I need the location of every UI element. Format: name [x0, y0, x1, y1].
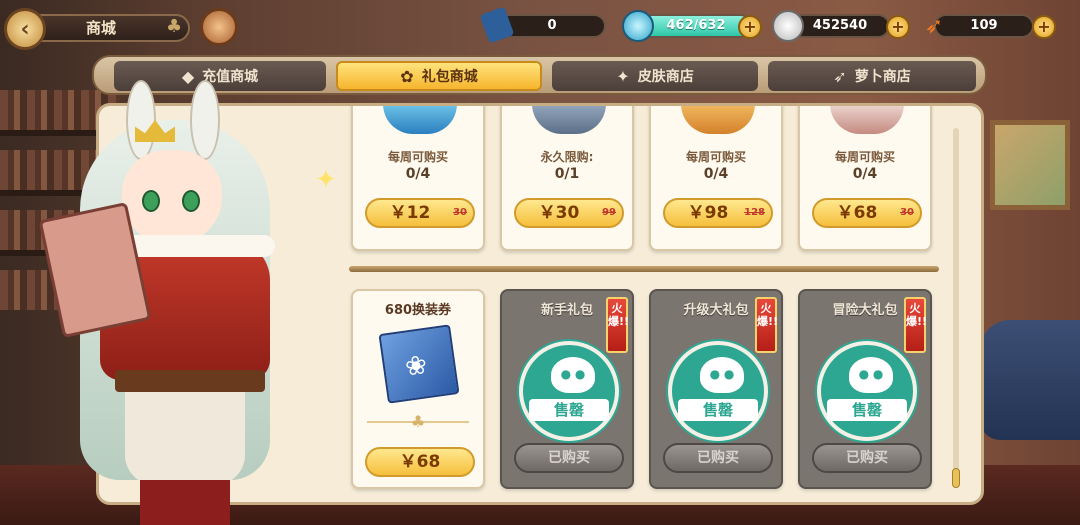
gem-pack-image — [383, 106, 457, 134]
price-button[interactable]: ￥68 30 — [812, 198, 922, 228]
shop-tabs: ◆ 充值商城 ✿ 礼包商城 ✦ 皮肤商店 ➶ 萝卜商店 — [92, 55, 987, 95]
purchase-count: 0/4 — [405, 166, 431, 182]
gift-card[interactable]: 680换装券 ❀ ♣ ￥68 — [351, 289, 485, 489]
purchased-button[interactable]: 已购买 — [514, 443, 624, 473]
outfit-ticket-image: ❀ — [378, 324, 460, 404]
purchase-count: 0/4 — [852, 166, 878, 182]
sold-out-label: 售罄 — [827, 399, 907, 421]
skin-icon: ✦ — [616, 66, 630, 86]
crystal-icon: ◆ — [181, 66, 195, 86]
gift-card[interactable]: 每周可购买 0/4 ￥68 30 — [798, 106, 932, 251]
tab-skins[interactable]: ✦ 皮肤商店 — [552, 61, 758, 91]
card-title: 680换装券 — [384, 303, 452, 318]
coin-counter: 452540 — [790, 14, 890, 38]
carrot-icon: ➶ — [833, 66, 847, 86]
bow-icon: ❀ — [403, 350, 430, 383]
purchase-limit: 每周可购买 — [685, 150, 746, 164]
carrot-icon: ➶ — [924, 13, 944, 39]
purchase-limit: 每周可购买 — [387, 150, 448, 164]
hanging-rod — [349, 266, 939, 272]
gift-bag-icon: ✿ — [400, 66, 414, 86]
scrollbar-thumb[interactable] — [952, 468, 960, 488]
price: ￥30 — [538, 203, 580, 223]
sold-out-stamp: ● ● 售罄 — [817, 341, 917, 441]
price: ￥68 — [399, 452, 441, 472]
tab-label: 萝卜商店 — [854, 69, 911, 85]
coin-icon — [772, 10, 804, 42]
stone-pack-image — [532, 106, 606, 134]
top-bar: 商城 ‹ ♣ 0 462/632 + 452540 + 109 ➶ + — [0, 6, 1080, 50]
add-coins-button[interactable]: + — [886, 15, 910, 39]
price: ￥98 — [687, 203, 729, 223]
hot-tag: 火爆!! — [606, 297, 629, 353]
add-stamina-button[interactable]: + — [738, 15, 762, 39]
sold-out-label: 售罄 — [529, 399, 609, 421]
bunny-face-icon: ● ● — [551, 357, 595, 393]
gift-card[interactable]: 每周可购买 0/4 ￥98 128 — [649, 106, 783, 251]
clover-icon: ♣ — [410, 412, 426, 431]
hot-tag: 火爆!! — [755, 297, 778, 353]
original-price: 128 — [744, 207, 765, 218]
ticket-counter: 0 — [498, 14, 606, 38]
stamina-bar: 462/632 — [640, 14, 752, 38]
sold-out-label: 售罄 — [678, 399, 758, 421]
price-button[interactable]: ￥30 99 — [514, 198, 624, 228]
scrollbar[interactable] — [952, 128, 960, 488]
gift-card[interactable]: 升级大礼包 火爆!! ● ● 售罄 已购买 — [649, 289, 783, 489]
tab-label: 皮肤商店 — [637, 69, 694, 85]
add-carrots-button[interactable]: + — [1032, 15, 1056, 39]
chevron-left-icon: ‹ — [20, 16, 30, 42]
potion-icon — [622, 10, 654, 42]
back-button[interactable]: ‹ — [4, 8, 46, 50]
price-button[interactable]: ￥68 — [365, 447, 475, 477]
purchase-count: 0/4 — [703, 166, 729, 182]
clover-icon: ♣ — [166, 16, 183, 37]
bunny-face-icon: ● ● — [849, 357, 893, 393]
hot-tag: 火爆!! — [904, 297, 927, 353]
price: ￥68 — [836, 203, 878, 223]
tab-recharge[interactable]: ◆ 充值商城 — [114, 61, 326, 91]
gift-card[interactable]: 冒险大礼包 火爆!! ● ● 售罄 已购买 — [798, 289, 932, 489]
purchased-button[interactable]: 已购买 — [812, 443, 922, 473]
tab-gift-packs[interactable]: ✿ 礼包商城 — [336, 61, 542, 91]
purchase-limit: 每周可购买 — [834, 150, 895, 164]
gift-card[interactable]: 新手礼包 火爆!! ● ● 售罄 已购买 — [500, 289, 634, 489]
tab-carrot-shop[interactable]: ➶ 萝卜商店 — [768, 61, 976, 91]
original-price: 30 — [453, 207, 467, 218]
purchase-limit: 永久限购: — [540, 150, 594, 164]
gift-card[interactable]: 永久限购: 0/1 ￥30 99 — [500, 106, 634, 251]
gift-card[interactable]: 每周可购买 0/4 ￥12 30 — [351, 106, 485, 251]
bunny-face-icon: ● ● — [700, 357, 744, 393]
shop-panel: 每周可购买 0/4 ￥12 30 永久限购: 0/1 ￥30 99 每周可购买 … — [96, 103, 984, 505]
price-button[interactable]: ￥98 128 — [663, 198, 773, 228]
tab-label: 充值商城 — [202, 69, 259, 85]
price-button[interactable]: ￥12 30 — [365, 198, 475, 228]
sold-out-stamp: ● ● 售罄 — [519, 341, 619, 441]
emblem-icon[interactable] — [200, 8, 238, 46]
sofa — [980, 320, 1080, 440]
purchased-button[interactable]: 已购买 — [663, 443, 773, 473]
box-pack-image — [830, 106, 904, 134]
sold-out-stamp: ● ● 售罄 — [668, 341, 768, 441]
original-price: 99 — [602, 207, 616, 218]
book-pack-image — [681, 106, 755, 134]
tab-label: 礼包商城 — [421, 69, 478, 85]
price: ￥12 — [389, 203, 431, 223]
purchase-count: 0/1 — [554, 166, 580, 182]
original-price: 30 — [900, 207, 914, 218]
wall-map — [990, 120, 1070, 210]
